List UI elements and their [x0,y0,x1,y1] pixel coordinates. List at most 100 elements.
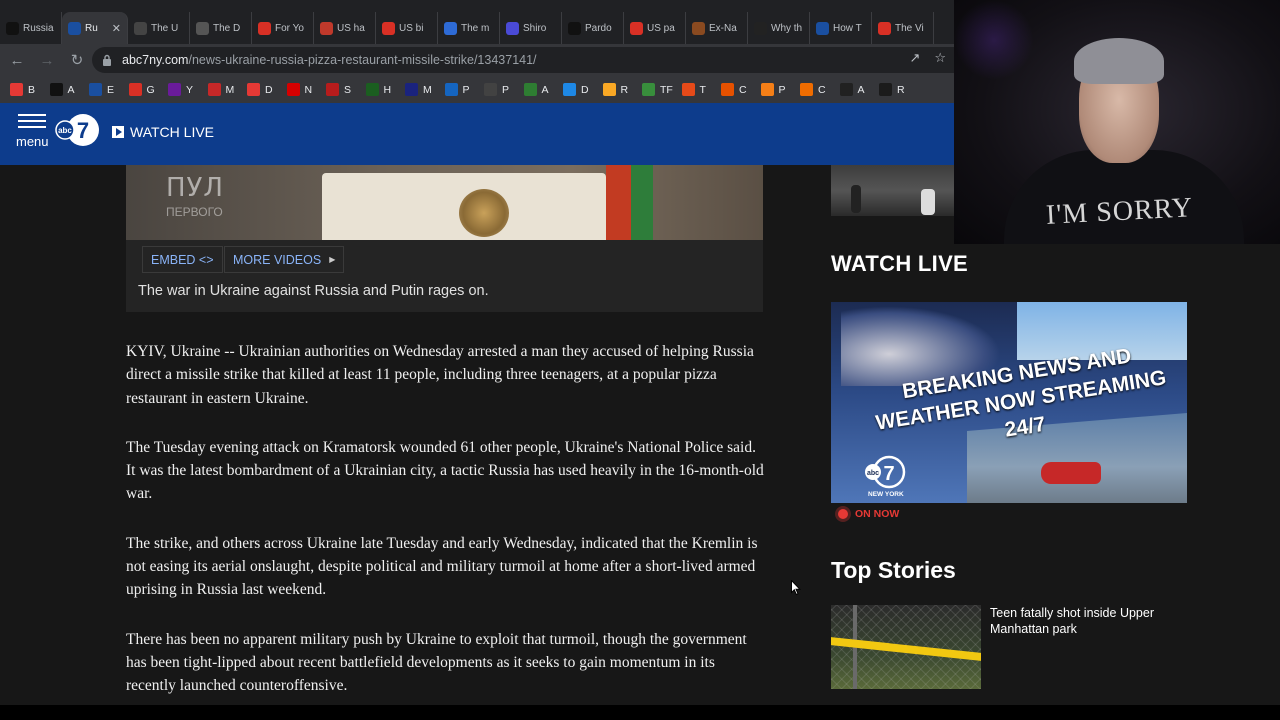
article-paragraph: The strike, and others across Ukraine la… [126,534,758,599]
video-caption: The war in Ukraine against Russia and Pu… [138,283,489,299]
bookmark-favicon-icon [326,83,339,96]
share-icon[interactable]: ↗ [909,50,920,66]
watch-live-button[interactable]: WATCH LIVE [112,124,214,140]
bookmark-label: C [818,83,826,96]
bookmark-favicon-icon [365,83,379,96]
bookmark-item[interactable]: Y [168,83,208,96]
menu-button[interactable]: menu [16,114,49,156]
bookmark-item[interactable]: P [760,83,801,96]
bookmark-item[interactable]: B [10,83,50,96]
bookmark-label: TF [660,83,673,96]
tab-label: For Yo [275,22,304,34]
bookmark-label: G [146,83,155,96]
e-icon [258,21,271,35]
bookmark-item[interactable]: M [405,83,445,96]
bookmark-item[interactable]: E [89,83,129,96]
star-icon[interactable]: ☆ [934,50,946,66]
tab-strip: Russia Ru ✕ The U The D For Yo US ha US bi The m… [0,0,954,44]
close-tab-icon[interactable]: ✕ [112,22,121,35]
browser-tab[interactable]: US pa [624,12,686,44]
bookmark-item[interactable]: A [523,83,564,96]
bookmark-item[interactable]: A [839,83,880,96]
browser-tab[interactable]: Ru ✕ [62,12,128,44]
mouse-cursor-icon [791,580,801,596]
bookmark-item[interactable]: D [247,83,287,96]
bookmark-item[interactable]: T [681,83,722,96]
medium-icon [568,21,581,35]
d-icon [444,21,457,35]
embed-button[interactable]: EMBED <> [142,246,223,273]
bookmark-item[interactable]: P [484,83,524,96]
bookmark-item[interactable]: G [128,83,169,96]
video-meta: EMBED <> MORE VIDEOS ▶ The war in Ukrain… [126,240,763,312]
browser-tab[interactable]: The Vi [872,12,934,44]
article-body: KYIV, Ukraine -- Ukrainian authorities o… [126,340,766,705]
bookmark-item[interactable]: TF [642,83,682,96]
bookmark-label: N [304,83,313,96]
browser-tab[interactable]: The m [438,12,500,44]
menu-label: menu [16,134,49,149]
bookmark-item[interactable]: N [286,83,327,96]
bookmark-item[interactable]: A [49,83,90,96]
hamburger-icon [18,114,46,128]
bookmark-item[interactable]: H [365,83,406,96]
browser-tab[interactable]: Russia [0,12,62,44]
bookmark-favicon-icon [721,83,734,96]
browser-tab[interactable]: US bi [376,12,438,44]
video-player[interactable]: ПУЛ ПЕРВОГО [126,165,763,240]
bookmark-favicon-icon [602,83,616,96]
forward-button[interactable]: → [34,47,60,73]
live-stream-promo[interactable]: BREAKING NEWS AND WEATHER NOW STREAMING … [831,302,1187,503]
browser-tab[interactable]: Ex-Na [686,12,748,44]
video-overlay-title: ПУЛ [166,173,224,203]
browser-tab[interactable]: Shiro [500,12,562,44]
news-icon [320,21,333,35]
bookmark-favicon-icon [800,83,813,96]
play-icon [112,126,124,138]
abc-icon [6,21,19,35]
bookmark-item[interactable]: C [800,83,840,96]
tab-label: US pa [647,22,675,34]
abc7-icon [68,21,81,35]
sidebar-story-image[interactable] [831,165,954,216]
address-bar[interactable]: abc7ny.com/news-ukraine-russia-pizza-res… [92,47,954,73]
svg-text:7: 7 [77,118,89,143]
story-thumbnail[interactable] [831,605,981,689]
reload-icon: ↻ [70,52,84,69]
url-text: abc7ny.com/news-ukraine-russia-pizza-res… [122,53,537,67]
bookmark-label: P [502,83,510,96]
back-button[interactable]: ← [4,47,30,73]
browser-tab[interactable]: Why th [748,12,810,44]
tab-label: How T [833,22,862,34]
reload-button[interactable]: ↻ [64,47,90,73]
bookmark-favicon-icon [247,83,260,96]
browser-tab[interactable]: The D [190,12,252,44]
bookmark-label: D [265,83,273,96]
browser-tab[interactable]: US ha [314,12,376,44]
bookmark-favicon-icon [49,83,63,96]
more-videos-button[interactable]: MORE VIDEOS ▶ [224,246,345,273]
browser-tab[interactable]: How T [810,12,872,44]
bookmark-item[interactable]: R [879,83,919,96]
bookmark-item[interactable]: C [721,83,761,96]
bookmark-item[interactable]: M [207,83,248,96]
story-title-link[interactable]: Teen fatally shot inside Upper Manhattan… [990,606,1170,637]
bookmark-favicon-icon [839,83,853,96]
tab-label: Ru [85,22,98,34]
t-icon [134,21,147,35]
bookmark-item[interactable]: S [326,83,366,96]
browser-tab[interactable]: For Yo [252,12,314,44]
tab-label: The Vi [895,22,924,34]
top-stories-heading: Top Stories [831,557,956,583]
bookmark-favicon-icon [207,83,221,96]
chevron-right-icon: ▶ [329,255,336,264]
arrow-right-icon: → [39,51,55,69]
abc7-logo[interactable]: 7 abc [55,112,99,148]
live-dot-icon [838,509,848,519]
bookmark-item[interactable]: R [602,83,643,96]
browser-tab[interactable]: Pardo [562,12,624,44]
bookmark-item[interactable]: P [444,83,485,96]
browser-tab[interactable]: The U [128,12,190,44]
tab-label: The D [213,22,241,34]
bookmark-item[interactable]: D [563,83,603,96]
